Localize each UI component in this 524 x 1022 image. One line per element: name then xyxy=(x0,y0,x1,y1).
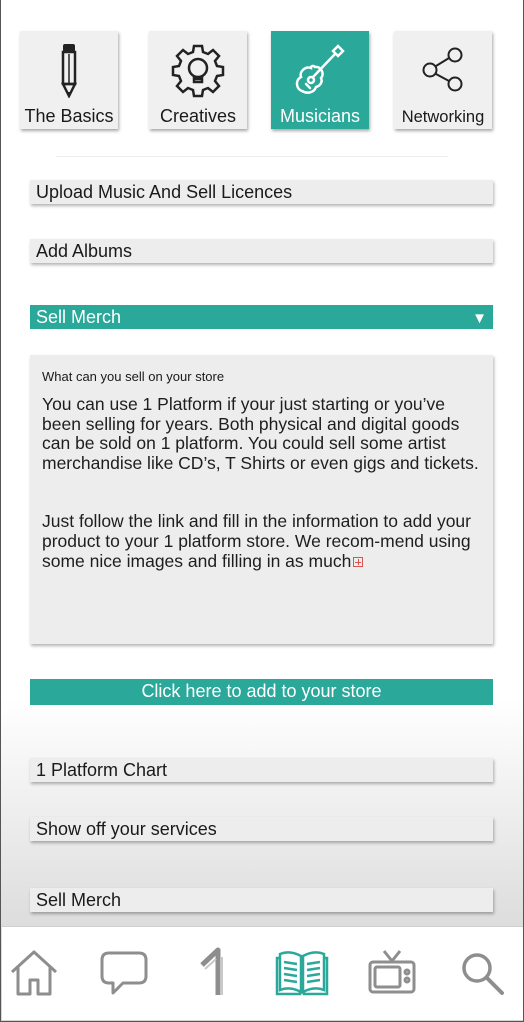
category-the-basics[interactable]: The Basics xyxy=(20,31,118,129)
panel-heading: What can you sell on your store xyxy=(42,369,225,384)
panel-paragraph-2: Just follow the link and fill in the inf… xyxy=(42,512,481,571)
category-label: Musicians xyxy=(279,106,361,126)
search-icon[interactable] xyxy=(452,943,512,1003)
open-book-icon[interactable] xyxy=(272,943,332,1003)
section-upload-music[interactable]: Upload Music And Sell Licences xyxy=(30,180,493,204)
category-creatives[interactable]: Creatives xyxy=(149,31,247,129)
add-to-store-button[interactable]: Click here to add to your store xyxy=(30,679,493,705)
guitar-icon xyxy=(271,41,369,99)
bottom-nav xyxy=(2,926,523,1020)
chat-bubble-icon[interactable] xyxy=(94,943,154,1003)
section-platform-chart[interactable]: 1 Platform Chart xyxy=(30,758,493,782)
category-label: Networking xyxy=(401,108,485,126)
panel-paragraph-2-text: Just follow the link and fill in the inf… xyxy=(42,511,471,571)
section-add-albums[interactable]: Add Albums xyxy=(30,239,493,263)
text-overflow-icon xyxy=(353,556,364,567)
sell-merch-panel: What can you sell on your store You can … xyxy=(30,355,493,644)
lightbulb-gear-icon xyxy=(149,41,247,99)
divider xyxy=(56,156,448,157)
category-tiles: The Basics Creatives Musicians Networkin… xyxy=(20,31,492,129)
section-sell-merch-expanded[interactable]: Sell Merch ▼ xyxy=(30,305,493,329)
category-label: Creatives xyxy=(159,106,237,126)
panel-paragraph-1: You can use 1 Platform if your just star… xyxy=(42,394,479,473)
category-musicians[interactable]: Musicians xyxy=(271,31,369,129)
share-icon xyxy=(394,41,492,99)
pencil-icon xyxy=(20,41,118,99)
section-sell-merch[interactable]: Sell Merch xyxy=(30,888,493,912)
category-label: The Basics xyxy=(24,106,114,126)
section-show-services[interactable]: Show off your services xyxy=(30,817,493,841)
triangle-down-icon: ▼ xyxy=(472,310,487,327)
section-title: Sell Merch xyxy=(36,307,122,327)
home-icon[interactable] xyxy=(4,943,64,1003)
one-platform-logo-icon[interactable] xyxy=(182,943,242,1003)
category-networking[interactable]: Networking xyxy=(394,31,492,129)
tv-icon[interactable] xyxy=(362,943,422,1003)
